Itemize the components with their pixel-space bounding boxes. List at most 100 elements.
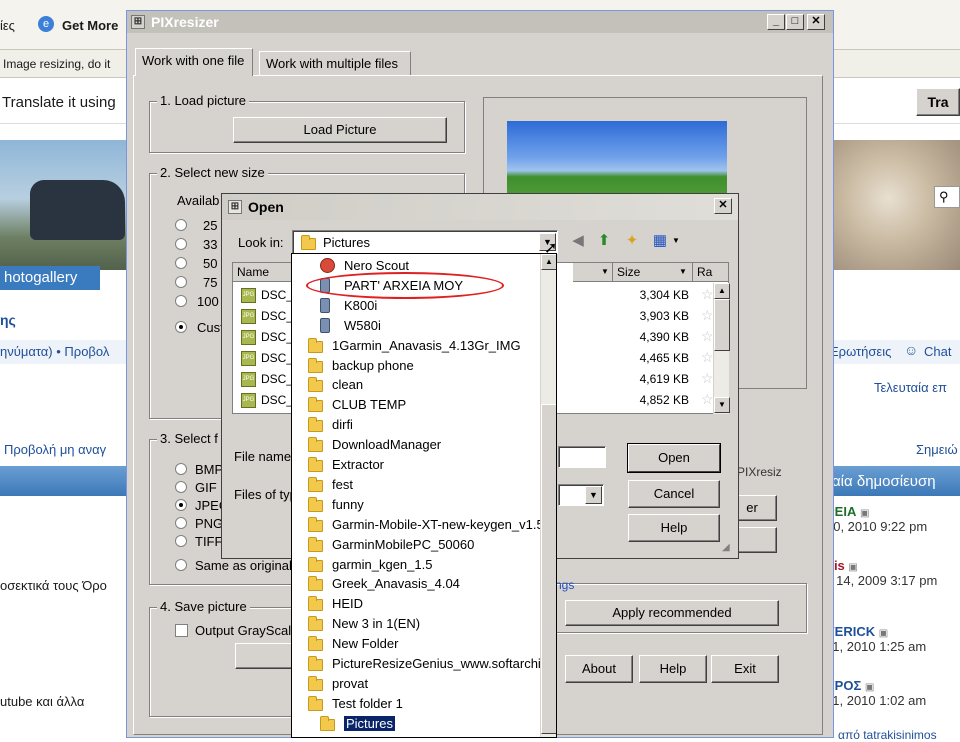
rating-star-icon[interactable]: ☆ [701,286,714,303]
file-name-input[interactable] [558,446,606,468]
scroll-up-icon[interactable]: ▲ [714,283,730,299]
cancel-button[interactable]: Cancel [628,480,720,508]
about-button[interactable]: About [565,655,633,683]
forum-bottom-link[interactable]: από tatrakisinimos [838,728,937,742]
maximize-icon[interactable]: □ [786,14,804,30]
size-radio-25[interactable] [175,219,187,231]
photogallery-tab[interactable]: hotogallery [0,266,100,290]
look-in-combo[interactable]: Pictures ▼ [292,230,558,254]
size-radio-75[interactable] [175,276,187,288]
forum-post-row[interactable]: VERICK ▣ 11, 2010 1:25 am [826,624,960,654]
dropdown-item[interactable]: New 3 in 1(EN) [292,614,540,634]
load-picture-button[interactable]: Load Picture [233,117,447,143]
rating-star-icon[interactable]: ☆ [701,307,714,324]
rating-star-icon[interactable]: ☆ [701,370,714,387]
view-unread-link[interactable]: Προβολή μη αναγ [4,442,106,457]
pixresizer-title-bar[interactable]: ⊞ PIXresizer _ □ ✕ [127,11,833,33]
back-icon[interactable]: ◀ [568,231,588,251]
resize-grip-icon[interactable]: ◢ [722,542,730,553]
size-radio-100[interactable] [175,295,187,307]
format-radio-same[interactable] [175,559,187,571]
dropdown-item[interactable]: 1Garmin_Anavasis_4.13Gr_IMG [292,336,540,356]
tab-one-file[interactable]: Work with one file [135,48,253,76]
minimize-icon[interactable]: _ [767,14,785,30]
file-name: DSC_ [261,372,294,386]
tab-multiple-files[interactable]: Work with multiple files [259,51,411,75]
file-type-select[interactable]: ▼ [558,484,604,506]
column-header-rating[interactable]: Ra [693,263,729,282]
look-in-dropdown[interactable]: Nero Scout PART' ARXEIA MOY K800i W580i 1Gar… [291,253,557,738]
apply-recommended-button[interactable]: Apply recommended [565,600,779,626]
format-radio-gif[interactable] [175,481,187,493]
format-radio-tiff[interactable] [175,535,187,547]
size-radio-33[interactable] [175,238,187,250]
open-button[interactable]: Open [628,444,720,472]
up-folder-icon[interactable]: ⬆ [594,231,614,251]
banner-car-image [30,180,125,240]
rating-star-icon[interactable]: ☆ [701,349,714,366]
dropdown-scrollbar[interactable]: ▲ [540,254,556,737]
grayscale-checkbox[interactable] [175,624,188,637]
scroll-down-icon[interactable]: ▼ [714,397,730,413]
close-icon[interactable]: ✕ [807,14,825,30]
size-option-label: 75 [203,275,218,290]
faq-link[interactable]: Ερωτήσεις [830,344,891,359]
dialog-close-icon[interactable]: ✕ [714,198,732,214]
nav-messages-link[interactable]: ηνύματα) • Προβολ [0,344,109,359]
dropdown-item[interactable]: backup phone [292,356,540,376]
dropdown-item[interactable]: HEID [292,594,540,614]
folder-icon [301,235,316,250]
dropdown-item[interactable]: provat [292,674,540,694]
dropdown-item-label: Greek_Anavasis_4.04 [332,576,460,592]
dropdown-item[interactable]: Pictures [292,714,540,734]
site-search-icon[interactable]: ⚲ [934,186,960,208]
size-radio-custom[interactable] [175,321,187,333]
format-radio-jpeg[interactable] [175,499,187,511]
column-chevron-icon[interactable]: ▼ [679,267,687,276]
scroll-thumb[interactable] [714,299,730,351]
dropdown-item[interactable]: dirfi [292,415,540,435]
dropdown-item[interactable]: Garmin-Mobile-XT-new-keygen_v1.5 [292,515,544,535]
file-list-scrollbar[interactable]: ▲ ▼ [713,283,730,414]
dropdown-item[interactable]: DownloadManager [292,435,540,455]
dropdown-item[interactable]: garmin_kgen_1.5 [292,555,540,575]
scroll-thumb[interactable] [541,404,556,734]
pix-help-button[interactable]: Help [639,655,707,683]
get-more-link[interactable]: Get More [62,18,118,33]
column-chevron-icon[interactable]: ▼ [601,267,609,276]
view-menu-icon[interactable]: ▦ [650,231,670,251]
dropdown-item[interactable]: PictureResizeGenius_www.softarchi [292,654,541,674]
translate-button[interactable]: Tra [916,88,960,116]
dropdown-item[interactable]: fest [292,475,540,495]
dropdown-item[interactable]: funny [292,495,540,515]
dropdown-item[interactable]: CLUB TEMP [292,395,540,415]
dropdown-item[interactable]: Greek_Anavasis_4.04 [292,574,540,594]
view-menu-chevron-icon[interactable]: ▼ [672,236,680,245]
forum-post-row[interactable]: ΥΡΟΣ ▣ 11, 2010 1:02 am [826,678,960,708]
last-posts-link[interactable]: Τελευταία επ [874,380,947,395]
rating-star-icon[interactable]: ☆ [701,328,714,345]
open-dialog-title-bar[interactable]: ⊞ Open ✕ [222,194,738,220]
notes-link[interactable]: Σημειώ [916,442,958,457]
browser-tab-title[interactable]: Image resizing, do it [3,57,110,71]
forum-post-row[interactable]: ΡΕΙΑ ▣ 10, 2010 9:22 pm [826,504,960,534]
new-folder-icon[interactable]: ✦ [622,231,642,251]
settings-link[interactable]: ngs [555,578,574,592]
dropdown-item[interactable]: clean [292,375,540,395]
exit-button[interactable]: Exit [711,655,779,683]
dropdown-item[interactable]: Extractor [292,455,540,475]
format-radio-png[interactable] [175,517,187,529]
forum-post-row[interactable]: nis ▣ y 14, 2009 3:17 pm [826,558,960,588]
size-radio-50[interactable] [175,257,187,269]
chevron-down-icon[interactable]: ▼ [585,486,602,504]
dialog-help-button[interactable]: Help [628,514,720,542]
rating-star-icon[interactable]: ☆ [701,391,714,408]
dropdown-item[interactable]: Test folder 1 [292,694,540,714]
jpg-file-icon: JPG [241,309,256,324]
format-radio-bmp[interactable] [175,463,187,475]
dropdown-item[interactable]: W580i [292,316,540,336]
dropdown-item[interactable]: New Folder [292,634,540,654]
dropdown-item[interactable]: GarminMobilePC_50060 [292,535,540,555]
chat-link[interactable]: Chat [924,344,951,359]
column-header-name[interactable]: Name [233,263,293,282]
